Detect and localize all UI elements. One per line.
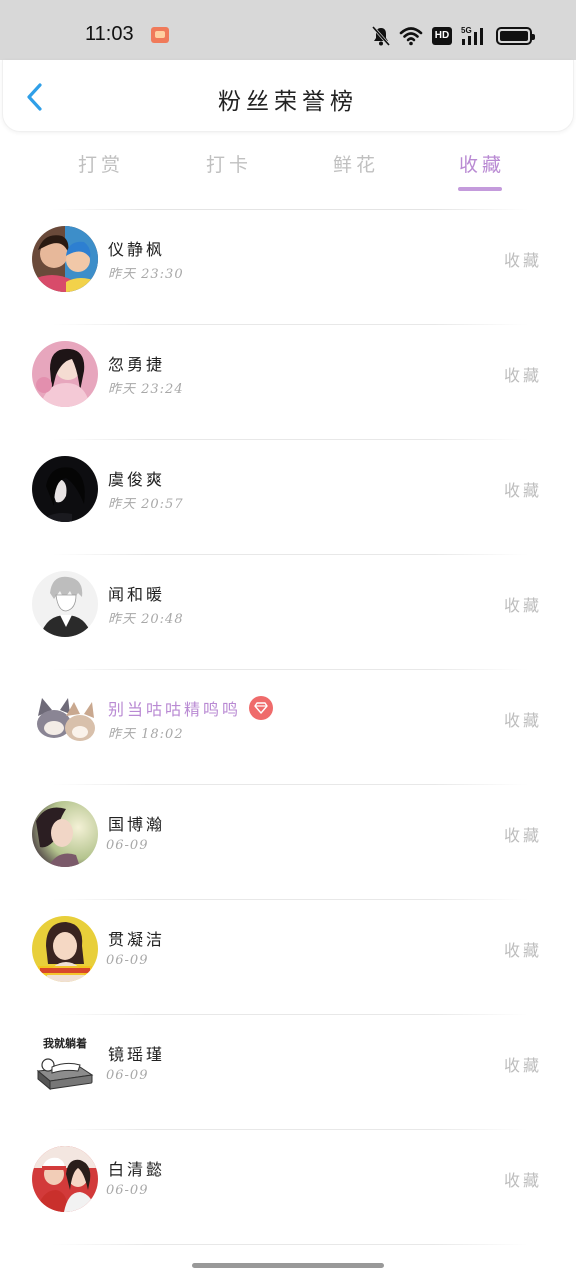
list-item[interactable]: 闻和暖 昨天 20:48 收藏 [0,555,576,670]
list-item[interactable]: 贯凝洁 06-09 收藏 [0,900,576,1015]
timestamp: 06-09 [106,1183,149,1198]
hd-icon: HD [432,27,452,45]
fan-name: 镜瑶瑾 [108,1045,166,1064]
5g-signal-icon: 5G [461,26,487,46]
tab-checkin[interactable]: 打卡 [206,150,252,177]
avatar-caption: 我就躺着 [43,1036,87,1050]
list-item[interactable]: 虞俊爽 昨天 20:57 收藏 [0,440,576,555]
active-tab-indicator [458,187,502,191]
home-indicator[interactable] [192,1263,384,1268]
fan-name: 闻和暖 [108,585,166,604]
list-item[interactable]: 国博瀚 06-09 收藏 [0,785,576,900]
status-icons: HD 5G [371,24,535,48]
timestamp: 昨天 23:24 [108,382,184,397]
avatar[interactable] [32,686,98,752]
fan-name: 白清懿 [108,1160,166,1179]
status-bar: 11:03 HD 5G [0,0,576,60]
tab-bar: 打赏 打卡 鲜花 收藏 [0,140,576,196]
action-label: 收藏 [503,1056,542,1075]
fan-name: 贯凝洁 [108,930,166,949]
fan-list: 仪静枫 昨天 23:30 收藏 忽勇捷 昨天 23:24 收藏 虞俊爽 昨天 2… [0,210,576,1245]
svg-text:5G: 5G [461,26,472,35]
avatar[interactable]: 我就躺着 [32,1031,98,1097]
timestamp: 06-09 [106,953,149,968]
action-label: 收藏 [503,366,542,385]
header: 粉丝荣誉榜 [2,60,574,132]
status-time: 11:03 [85,23,134,45]
fan-name: 仪静枫 [108,240,166,259]
timestamp: 昨天 18:02 [108,727,184,742]
timestamp: 昨天 20:57 [108,497,184,512]
battery-icon [496,27,535,45]
avatar[interactable] [32,916,98,982]
avatar[interactable] [32,571,98,637]
tab-flowers[interactable]: 鲜花 [333,150,379,177]
action-label: 收藏 [503,596,542,615]
fan-name: 别当咕咕精鸣鸣 [108,700,242,719]
list-item[interactable]: 别当咕咕精鸣鸣 昨天 18:02 收藏 [0,670,576,785]
wifi-icon [399,26,423,46]
timestamp: 06-09 [106,838,149,853]
action-label: 收藏 [503,1171,542,1190]
tab-reward[interactable]: 打赏 [78,150,124,177]
action-label: 收藏 [503,826,542,845]
list-item[interactable]: 我就躺着 镜瑶瑾 06-09 收藏 [0,1015,576,1130]
avatar[interactable] [32,341,98,407]
tab-favorites[interactable]: 收藏 [459,150,505,177]
fan-name: 忽勇捷 [108,355,166,374]
timestamp: 06-09 [106,1068,149,1083]
avatar[interactable] [32,226,98,292]
timestamp: 昨天 23:30 [108,267,184,282]
avatar[interactable] [32,801,98,867]
page-title: 粉丝荣誉榜 [218,89,358,115]
list-item[interactable]: 白清懿 06-09 收藏 [0,1130,576,1245]
list-item[interactable]: 仪静枫 昨天 23:30 收藏 [0,210,576,325]
list-item[interactable]: 忽勇捷 昨天 23:24 收藏 [0,325,576,440]
fan-name: 虞俊爽 [108,470,166,489]
avatar[interactable] [32,1146,98,1212]
action-label: 收藏 [503,711,542,730]
divider [52,1244,528,1245]
bell-muted-icon [371,26,391,46]
avatar[interactable] [32,456,98,522]
diamond-icon [249,696,274,720]
action-label: 收藏 [503,251,542,270]
timestamp: 昨天 20:48 [108,612,184,627]
action-label: 收藏 [503,481,542,500]
fan-name: 国博瀚 [108,815,166,834]
action-label: 收藏 [503,941,542,960]
app-notification-icon [151,27,169,43]
